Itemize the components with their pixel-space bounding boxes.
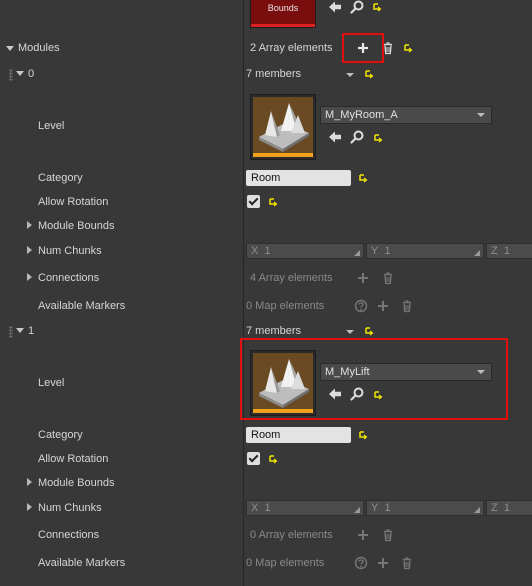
collapse-triangle-icon[interactable] <box>16 71 24 76</box>
add-element-plus-icon[interactable] <box>376 556 390 570</box>
connections-count: 0 Array elements <box>250 529 333 541</box>
available-markers-count: 0 Map elements <box>246 557 325 569</box>
allow-rotation-label: Allow Rotation <box>38 453 109 465</box>
help-icon[interactable] <box>354 299 368 313</box>
bounds-thumbnail[interactable]: Bounds <box>250 0 316 28</box>
level-asset-combo[interactable]: M_MyRoom_A <box>320 106 492 124</box>
level-label: Level <box>38 120 65 132</box>
browse-search-icon[interactable] <box>350 130 364 144</box>
element-options-dropdown-icon[interactable] <box>346 330 354 334</box>
reset-to-default-icon[interactable] <box>358 430 368 440</box>
drag-handle-icon[interactable] <box>9 69 13 81</box>
allow-rotation-checkbox[interactable] <box>247 195 260 208</box>
available-markers-label: Available Markers <box>38 557 126 569</box>
reset-to-default-icon[interactable] <box>364 326 374 336</box>
category-input[interactable]: Room <box>246 170 351 186</box>
bounds-thumbnail-label: Bounds <box>267 3 299 13</box>
modules-label: Modules <box>18 42 60 54</box>
property-values-column <box>244 0 532 586</box>
help-icon[interactable] <box>354 556 368 570</box>
available-markers-count: 0 Map elements <box>246 300 325 312</box>
reset-to-default-icon[interactable] <box>268 454 278 464</box>
num-chunks-x-field[interactable]: X 1 <box>246 500 364 516</box>
modules-array-count: 2 Array elements <box>250 42 333 54</box>
members-count: 7 members <box>246 68 302 80</box>
connections-count: 4 Array elements <box>250 272 333 284</box>
expand-triangle-icon[interactable] <box>27 221 32 229</box>
reset-to-default-icon[interactable] <box>358 173 368 183</box>
reset-to-default-icon[interactable] <box>268 197 278 207</box>
available-markers-label: Available Markers <box>38 300 126 312</box>
expand-triangle-icon[interactable] <box>27 246 32 254</box>
num-chunks-y-field[interactable]: Y 1 <box>366 243 484 259</box>
members-count: 7 members <box>246 325 302 337</box>
property-names-column <box>0 0 243 586</box>
add-element-plus-icon[interactable] <box>356 528 370 542</box>
use-selected-arrow-icon[interactable] <box>328 0 342 14</box>
browse-search-icon[interactable] <box>350 0 364 14</box>
connections-label: Connections <box>38 529 100 541</box>
num-chunks-y-field[interactable]: Y 1 <box>366 500 484 516</box>
num-chunks-label: Num Chunks <box>38 245 102 257</box>
num-chunks-z-field[interactable]: Z 1 <box>486 243 532 259</box>
level-label: Level <box>38 377 65 389</box>
num-chunks-label: Num Chunks <box>38 502 102 514</box>
connections-label: Connections <box>38 272 100 284</box>
category-input[interactable]: Room <box>246 427 351 443</box>
num-chunks-z-field[interactable]: Z 1 <box>486 500 532 516</box>
add-element-plus-icon[interactable] <box>356 271 370 285</box>
level-asset-name: M_MyRoom_A <box>325 109 398 121</box>
drag-handle-icon[interactable] <box>9 326 13 338</box>
use-selected-arrow-icon[interactable] <box>328 130 342 144</box>
expand-triangle-icon[interactable] <box>27 478 32 486</box>
collapse-triangle-icon[interactable] <box>6 46 14 51</box>
expand-triangle-icon[interactable] <box>27 273 32 281</box>
clear-array-trash-icon[interactable] <box>381 528 395 542</box>
allow-rotation-label: Allow Rotation <box>38 196 109 208</box>
reset-to-default-icon[interactable] <box>373 133 383 143</box>
highlight-add-button <box>342 33 384 63</box>
reset-to-default-icon[interactable] <box>403 43 413 53</box>
reset-to-default-icon[interactable] <box>364 69 374 79</box>
category-label: Category <box>38 172 83 184</box>
clear-map-trash-icon[interactable] <box>400 556 414 570</box>
num-chunks-x-field[interactable]: X 1 <box>246 243 364 259</box>
module-bounds-label: Module Bounds <box>38 477 115 489</box>
allow-rotation-checkbox[interactable] <box>247 452 260 465</box>
add-element-plus-icon[interactable] <box>376 299 390 313</box>
element-options-dropdown-icon[interactable] <box>346 73 354 77</box>
element-index: 0 <box>28 68 35 80</box>
clear-array-trash-icon[interactable] <box>381 271 395 285</box>
level-asset-thumbnail[interactable] <box>250 94 316 160</box>
collapse-triangle-icon[interactable] <box>16 328 24 333</box>
expand-triangle-icon[interactable] <box>27 503 32 511</box>
clear-map-trash-icon[interactable] <box>400 299 414 313</box>
chevron-down-icon <box>477 113 485 117</box>
category-label: Category <box>38 429 83 441</box>
module-bounds-label: Module Bounds <box>38 220 115 232</box>
highlight-level-field <box>240 338 508 420</box>
reset-to-default-icon[interactable] <box>372 2 382 12</box>
element-index: 1 <box>28 325 35 337</box>
